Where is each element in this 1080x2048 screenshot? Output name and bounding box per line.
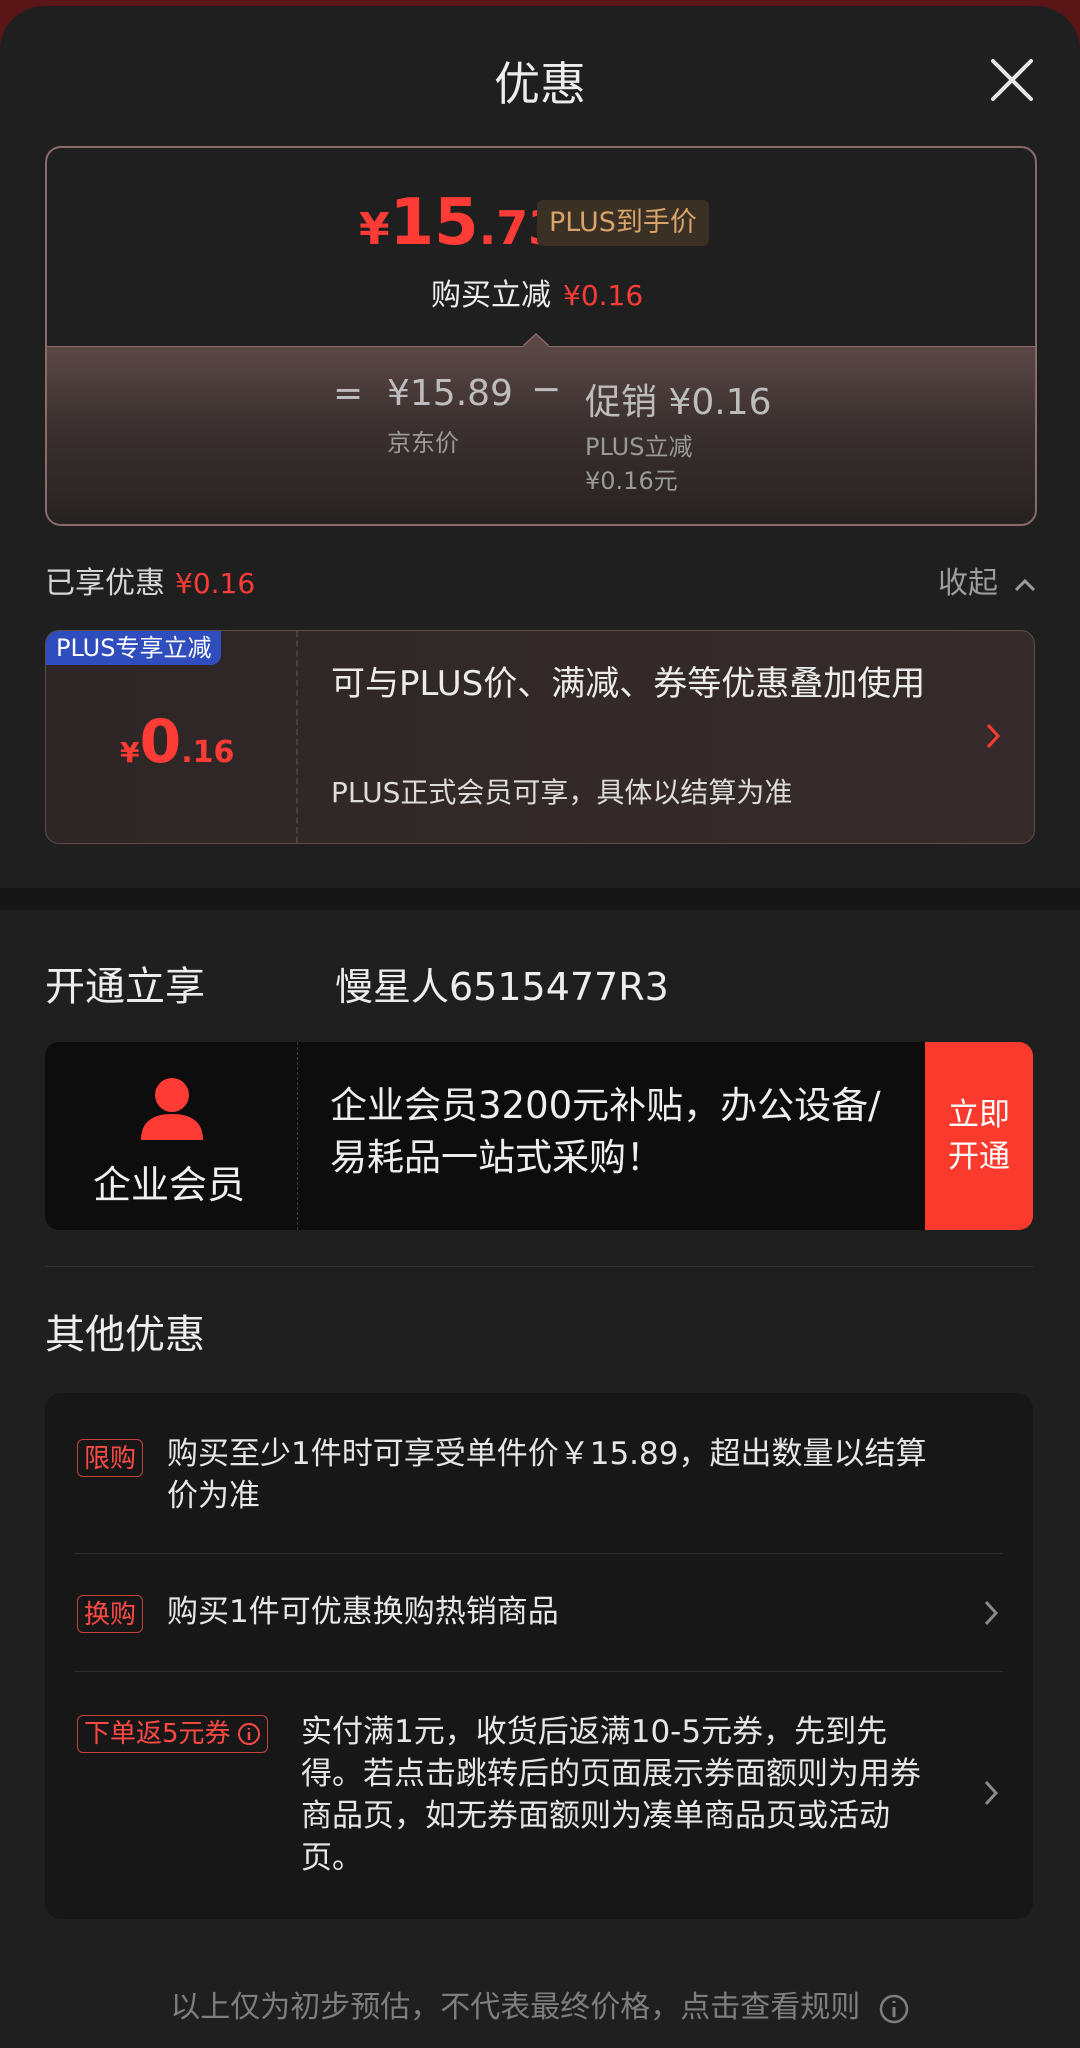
- jd-price: ¥15.89: [387, 373, 513, 414]
- jd-price-label: 京东价: [387, 429, 459, 457]
- info-icon: [237, 1723, 260, 1745]
- info-icon: [879, 1994, 909, 2023]
- card-divider: [296, 631, 298, 843]
- promo-amount: 促销 ¥0.16: [585, 382, 772, 423]
- enterprise-member-name: 企业会员: [93, 1163, 246, 1207]
- plus-discount-amount: ¥0.16: [120, 707, 235, 777]
- purchase-reduce: 购买立减 ¥0.16: [431, 278, 644, 313]
- close-icon[interactable]: [988, 56, 1036, 104]
- minus-sign: −: [531, 369, 562, 410]
- plus-price-badge: PLUS到手价: [537, 200, 709, 246]
- enterprise-member-card[interactable]: 企业会员 企业会员3200元补贴，办公设备/易耗品一站式采购！ 立即开通: [45, 1042, 1033, 1230]
- discount-sheet: 优惠 ¥15.73 PLUS到手价 购买立减 ¥0.16 = ¥15.89 京东价…: [0, 6, 1080, 2048]
- divider: [45, 1266, 1033, 1267]
- chevron-right-icon: [984, 1780, 999, 1806]
- plus-final-price: ¥15.73: [359, 186, 561, 260]
- collapse-button[interactable]: 收起: [938, 558, 1036, 602]
- enterprise-member-desc: 企业会员3200元补贴，办公设备/易耗品一站式采购！: [330, 1084, 881, 1179]
- offer-divider: [75, 1553, 1003, 1554]
- chevron-up-icon: [1014, 578, 1035, 591]
- offer-tag: 换购: [77, 1595, 144, 1633]
- open-membership-label: 开通立享: [45, 964, 205, 1010]
- equals-sign: =: [333, 373, 364, 414]
- plus-condition: PLUS正式会员可享，具体以结算为准: [331, 776, 793, 809]
- open-now-button[interactable]: 立即开通: [925, 1042, 1033, 1230]
- price-breakdown-card: ¥15.73 PLUS到手价 购买立减 ¥0.16 = ¥15.89 京东价 − …: [45, 146, 1037, 526]
- section-separator: [0, 888, 1080, 910]
- other-offers-title: 其他优惠: [45, 1312, 205, 1358]
- enjoyed-discount: 已享优惠 ¥0.16: [45, 566, 256, 601]
- offer-text: 实付满1元，收货后返满10-5元券，先到先得。若点击跳转后的页面展示券面额则为用…: [301, 1714, 921, 1876]
- promo-plus-label: PLUS立减: [585, 433, 693, 461]
- offer-tag: 限购: [77, 1439, 144, 1477]
- chevron-right-icon: [984, 1600, 999, 1626]
- card-divider: [297, 1042, 298, 1230]
- offer-text: 购买至少1件时可享受单件价￥15.89，超出数量以结算价为准: [167, 1436, 927, 1514]
- plus-exclusive-tag: PLUS专享立减: [46, 631, 222, 665]
- sheet-title: 优惠: [494, 57, 586, 111]
- offer-text: 购买1件可优惠换购热销商品: [167, 1594, 559, 1630]
- plus-exclusive-card[interactable]: PLUS专享立减 ¥0.16 可与PLUS价、满减、券等优惠叠加使用 PLUS正…: [45, 630, 1035, 844]
- pointer-notch-icon: [523, 333, 549, 347]
- offer-divider: [75, 1671, 1003, 1672]
- promo-plus-amount: ¥0.16元: [585, 467, 678, 495]
- chevron-right-icon: [986, 723, 1001, 749]
- plus-description: 可与PLUS价、满减、券等优惠叠加使用: [331, 664, 926, 704]
- rules-disclaimer[interactable]: 以上仅为初步预估，不代表最终价格，点击查看规则: [0, 1982, 1080, 2026]
- user-name: 慢星人6515477R3: [335, 965, 669, 1009]
- member-user-icon: [141, 1078, 203, 1140]
- other-offers-list: 限购 购买至少1件时可享受单件价￥15.89，超出数量以结算价为准 换购 购买1…: [45, 1393, 1033, 1919]
- offer-tag: 下单返5元券: [77, 1715, 268, 1753]
